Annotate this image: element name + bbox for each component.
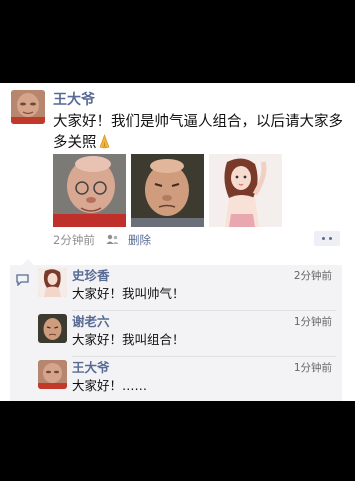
post-text: 大家好！我们是帅气逼人组合，以后请大家多多关照	[53, 112, 345, 156]
comments-pointer	[22, 259, 34, 265]
commenter-avatar[interactable]	[38, 360, 67, 389]
more-options-button[interactable]	[314, 231, 340, 246]
commenter-avatar[interactable]	[38, 268, 67, 297]
post-time: 2分钟前	[53, 233, 95, 247]
comment-text: 大家好！我叫组合！	[72, 332, 185, 347]
post-photo-2[interactable]	[131, 154, 204, 227]
comment-time: 2分钟前	[293, 270, 332, 282]
post-photo-3[interactable]	[209, 154, 282, 227]
comment-text: 大家好！……	[72, 378, 148, 393]
comment-bubble-icon	[16, 274, 29, 286]
comment-time: 1分钟前	[293, 362, 332, 374]
comment-item[interactable]: 史珍香 2分钟前 大家好！我叫帅气！	[36, 265, 336, 311]
dot-icon	[329, 237, 332, 240]
comment-author[interactable]: 史珍香	[72, 268, 110, 284]
folded-hands-emoji-icon	[97, 134, 112, 156]
poster-name[interactable]: 王大爷	[53, 91, 95, 109]
comment-author[interactable]: 王大爷	[72, 360, 110, 376]
dot-icon	[322, 237, 325, 240]
comments-panel: 史珍香 2分钟前 大家好！我叫帅气！ 谢老六 1分钟前 大家好！我叫组合！ 王大…	[10, 259, 342, 401]
commenter-avatar[interactable]	[38, 314, 67, 343]
comment-item[interactable]: 谢老六 1分钟前 大家好！我叫组合！	[36, 311, 336, 357]
privacy-friends-icon	[106, 234, 119, 244]
comment-author[interactable]: 谢老六	[72, 314, 110, 330]
delete-button[interactable]: 删除	[128, 231, 151, 249]
comment-text: 大家好！我叫帅气！	[72, 286, 185, 301]
comment-time: 1分钟前	[293, 316, 332, 328]
poster-avatar[interactable]	[11, 90, 45, 124]
post-photo-1[interactable]	[53, 154, 126, 227]
moments-post-card: 王大爷 大家好！我们是帅气逼人组合，以后请大家多多关照 2分钟前 删除 史珍香 …	[0, 83, 355, 401]
comment-item[interactable]: 王大爷 1分钟前 大家好！……	[36, 357, 336, 401]
